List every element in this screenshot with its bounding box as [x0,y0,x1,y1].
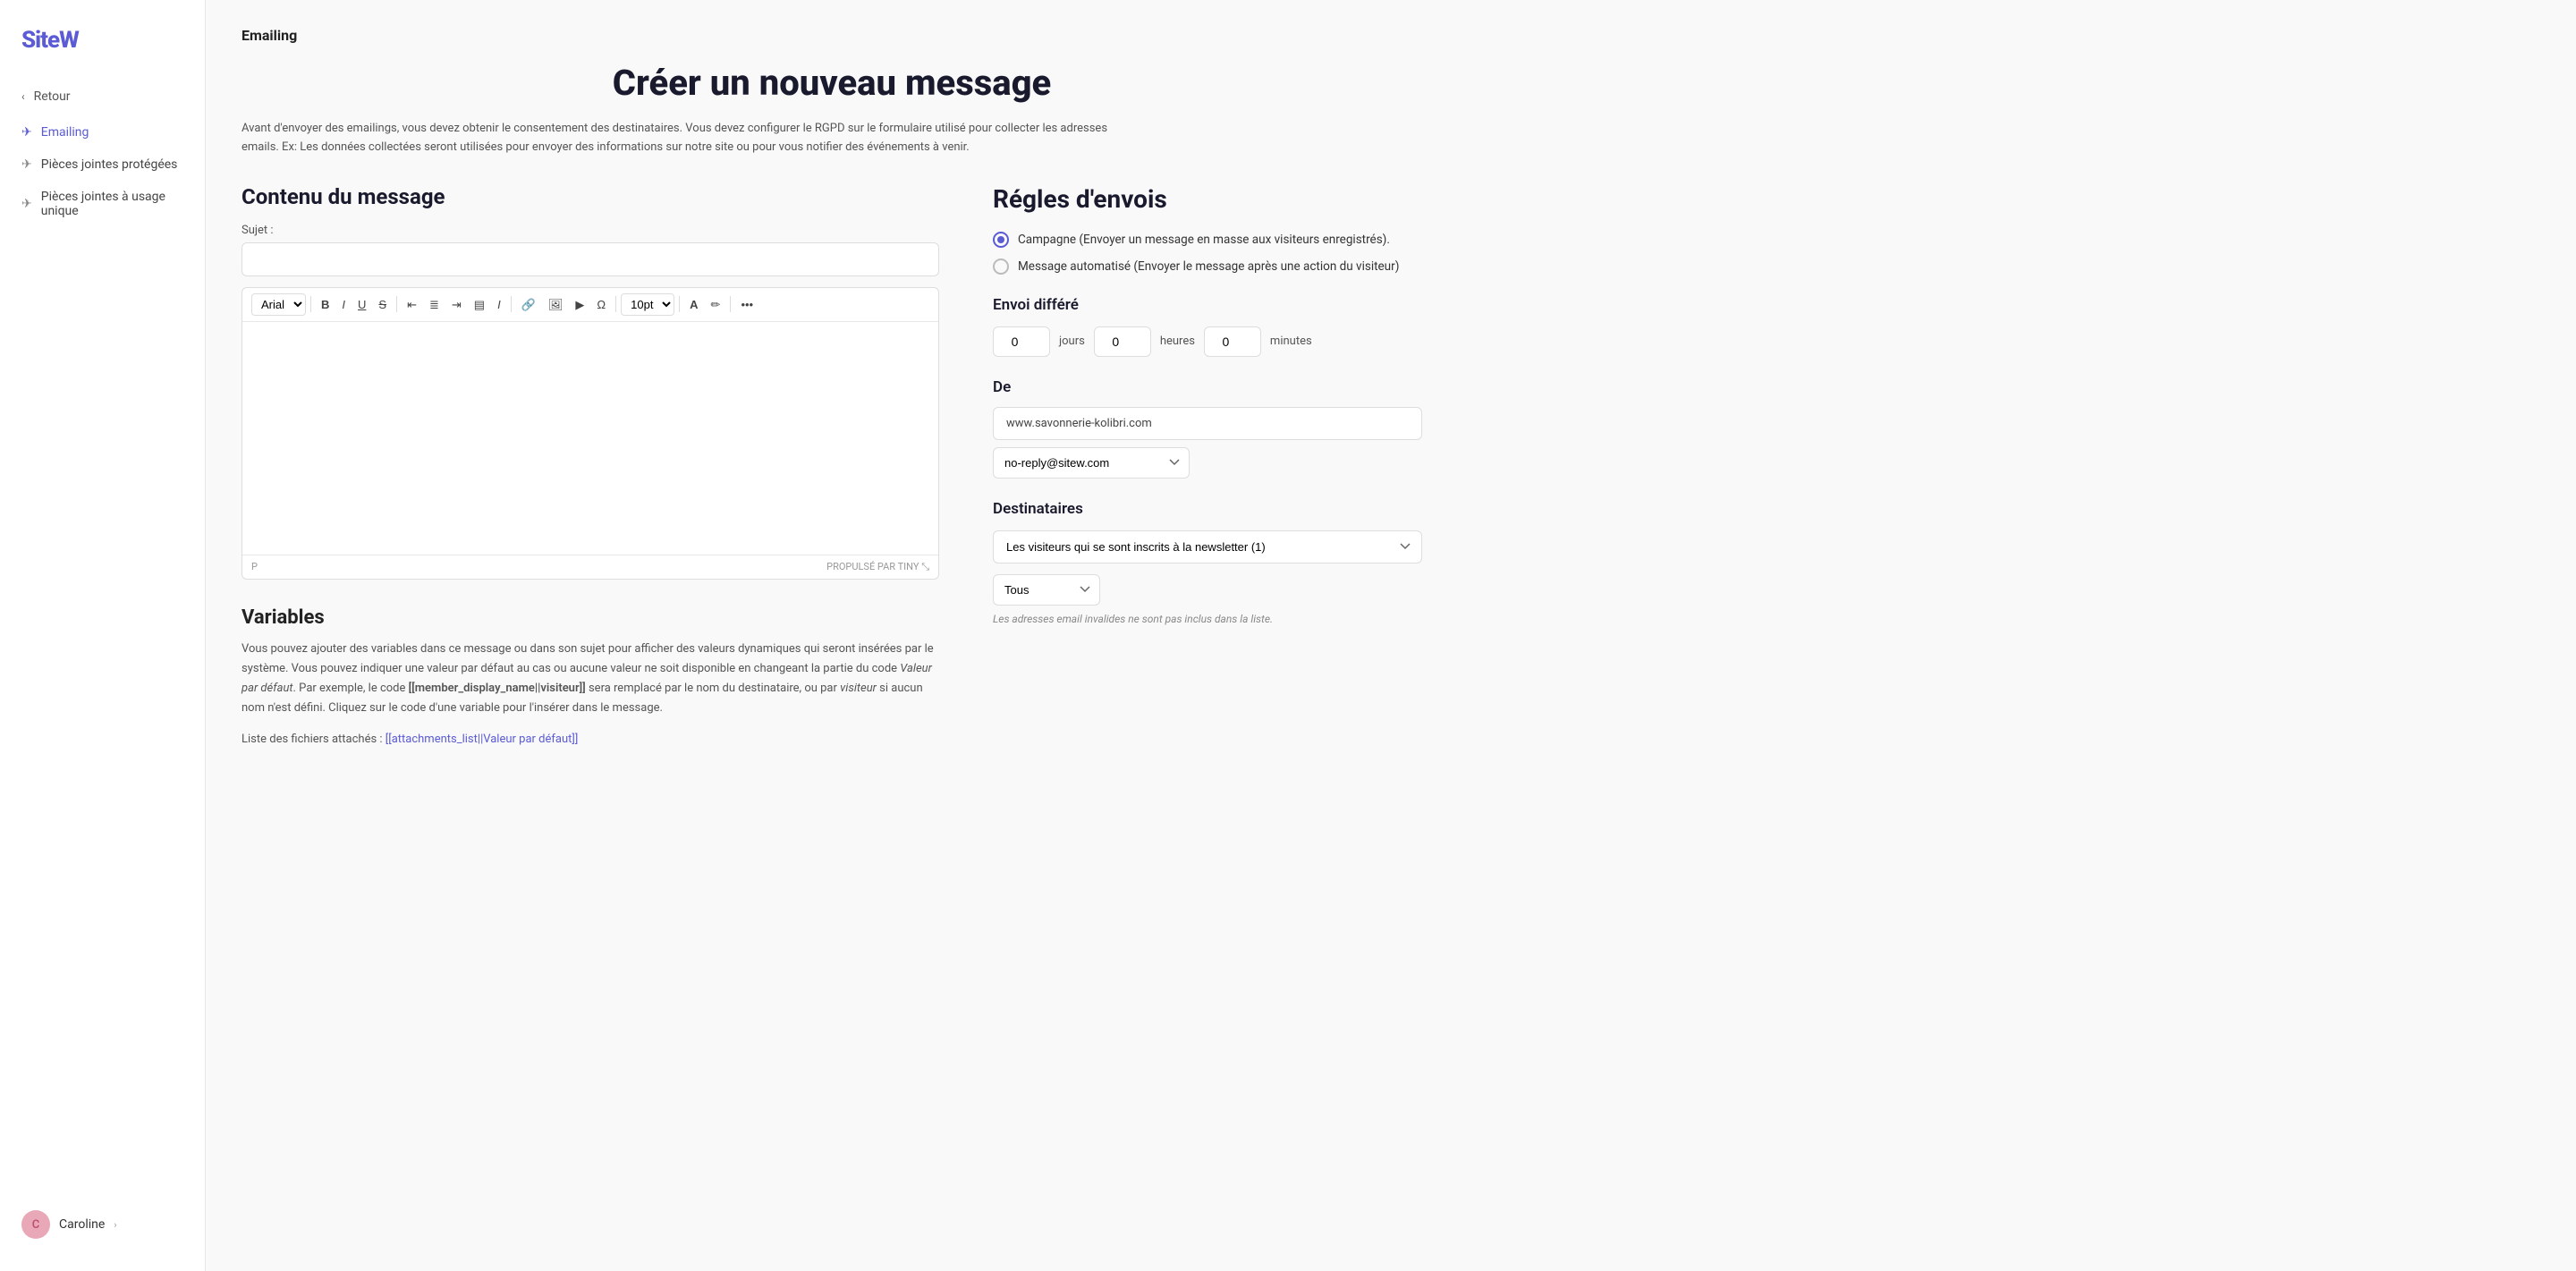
toolbar-sep-6 [730,296,731,312]
align-left-button[interactable]: ⇤ [402,295,422,314]
special-char-button[interactable]: Ω [591,295,611,314]
recipients-section: Destinataires Les visiteurs qui se sont … [993,500,1422,625]
subject-label: Sujet : [242,224,939,237]
editor-toolbar: Arial B I U S ⇤ ≣ ⇥ ▤ I 🔗 [242,288,938,322]
more-button[interactable]: ••• [735,295,758,314]
radio-campagne[interactable]: Campagne (Envoyer un message en masse au… [993,232,1422,248]
subject-input[interactable] [242,242,939,276]
italic-button[interactable]: I [336,295,351,314]
defer-hours-label: heures [1160,335,1195,348]
editor-body[interactable] [242,322,938,555]
defer-minutes-input[interactable] [1204,326,1261,357]
editor-footer-brand: PROPULSÉ PAR TINY ⤡ [826,561,929,573]
logo: SiteW [0,18,205,80]
link-button[interactable]: 🔗 [516,295,541,314]
page-description: Avant d'envoyer des emailings, vous deve… [242,120,1136,157]
main-content: Emailing Créer un nouveau message Avant … [206,0,2576,1271]
pieces-jointes-unique-icon: ✈ [21,197,32,211]
sidebar-item-pj-unique-label: Pièces jointes à usage unique [41,190,183,218]
page-header: Emailing [242,27,1422,44]
defer-hours-input[interactable] [1094,326,1151,357]
radio-campagne-label: Campagne (Envoyer un message en masse au… [1018,233,1390,247]
content-section-title: Contenu du message [242,184,939,209]
toolbar-sep-2 [396,296,397,312]
attachments-link[interactable]: [[attachments_list||Valeur par défaut]] [386,733,578,746]
toolbar-sep-3 [511,296,512,312]
toolbar-sep-1 [310,296,311,312]
from-title: De [993,378,1422,396]
right-column: Régles d'envois Campagne (Envoyer un mes… [993,184,1422,640]
variables-section: Variables Vous pouvez ajouter des variab… [242,606,939,746]
radio-automatise-circle [993,258,1009,275]
image-button[interactable]: 🖼 [543,295,569,314]
font-size-select[interactable]: 10pt [621,293,674,316]
underline-button[interactable]: U [352,295,371,314]
logo-text: SiteW [21,27,183,54]
editor-footer: P PROPULSÉ PAR TINY ⤡ [242,555,938,579]
sidebar-item-emailing-label: Emailing [41,125,89,140]
align-center-button[interactable]: ≣ [424,295,445,314]
editor-footer-p: P [251,561,258,572]
defer-minutes-label: minutes [1270,335,1312,348]
sidebar-item-emailing[interactable]: ✈ Emailing [0,116,205,148]
strikethrough-button[interactable]: S [373,295,392,314]
rich-text-editor: Arial B I U S ⇤ ≣ ⇥ ▤ I 🔗 [242,287,939,580]
back-button[interactable]: ‹ Retour [0,80,205,113]
defer-days-input[interactable] [993,326,1050,357]
user-chevron-icon: › [114,1219,116,1231]
variables-description: Vous pouvez ajouter des variables dans c… [242,640,939,718]
user-name: Caroline [59,1217,105,1232]
tous-filter-select[interactable]: Tous [993,574,1100,606]
recipients-title: Destinataires [993,500,1422,518]
defer-days-label: jours [1059,335,1085,348]
page-title: Créer un nouveau message [242,62,1422,104]
font-family-select[interactable]: Arial [251,293,306,316]
font-color-button[interactable]: A [684,295,703,314]
deferred-section: Envoi différé jours heures minutes [993,296,1422,357]
from-email-select[interactable]: no-reply@sitew.com [993,447,1190,479]
pieces-jointes-icon: ✈ [21,157,32,172]
resize-handle[interactable]: ⤡ [921,561,929,572]
from-domain: www.savonnerie-kolibri.com [993,407,1422,440]
emailing-icon: ✈ [21,125,32,140]
align-right-button[interactable]: ⇥ [446,295,467,314]
sidebar: SiteW ‹ Retour ✈ Emailing ✈ Pièces joint… [0,0,206,1271]
deferred-title: Envoi différé [993,296,1422,314]
recipients-select[interactable]: Les visiteurs qui se sont inscrits à la … [993,530,1422,563]
back-label: Retour [34,89,71,104]
avatar: C [21,1210,50,1239]
radio-automatise-label: Message automatisé (Envoyer le message a… [1018,259,1399,274]
toolbar-sep-4 [615,296,616,312]
sidebar-item-pieces-jointes-usage-unique[interactable]: ✈ Pièces jointes à usage unique [0,181,205,227]
toolbar-sep-5 [679,296,680,312]
radio-automatise[interactable]: Message automatisé (Envoyer le message a… [993,258,1422,275]
invalid-email-note: Les adresses email invalides ne sont pas… [993,613,1422,625]
justify-button[interactable]: ▤ [469,295,490,314]
media-button[interactable]: ▶ [570,295,589,314]
sidebar-item-pj-label: Pièces jointes protégées [41,157,178,172]
send-rules-radio-group: Campagne (Envoyer un message en masse au… [993,232,1422,275]
bold-button[interactable]: B [316,295,335,314]
rules-title: Régles d'envois [993,184,1422,214]
italic2-button[interactable]: I [492,295,506,314]
from-section: De www.savonnerie-kolibri.com no-reply@s… [993,378,1422,479]
radio-campagne-circle [993,232,1009,248]
left-column: Contenu du message Sujet : Arial B I U S [242,184,939,746]
highlight-button[interactable]: ✏ [706,295,726,314]
defer-row: jours heures minutes [993,326,1422,357]
back-arrow-icon: ‹ [21,90,25,103]
user-profile[interactable]: C Caroline › [0,1196,205,1253]
variables-title: Variables [242,606,939,629]
attachments-line: Liste des fichiers attachés : [[attachme… [242,733,939,746]
sidebar-item-pieces-jointes-protegees[interactable]: ✈ Pièces jointes protégées [0,148,205,181]
